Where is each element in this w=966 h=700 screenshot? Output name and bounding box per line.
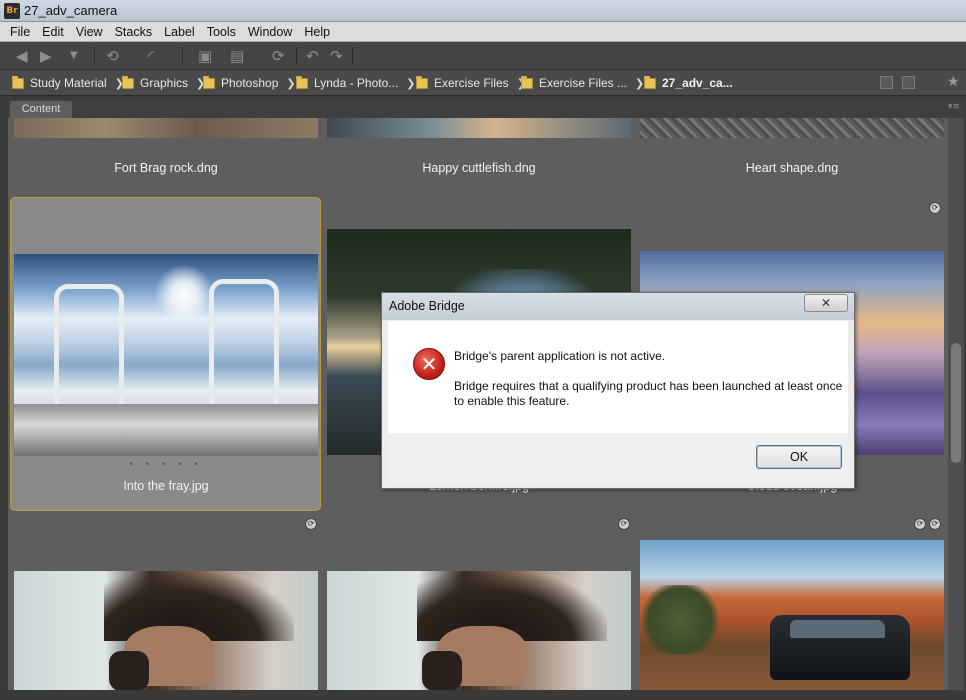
redo-icon[interactable]: ↷ [330, 47, 343, 65]
toolbar: ◀ ▶ ▼ ⟲ ◜ ▣ ▤ ⟳ ↶ ↷ [0, 42, 966, 70]
menu-stacks[interactable]: Stacks [109, 25, 159, 39]
menu-bar: File Edit View Stacks Label Tools Window… [0, 22, 966, 42]
refine-icon[interactable]: ◜ [148, 47, 154, 65]
bottom-bar [0, 690, 966, 700]
breadcrumb-study-material[interactable]: Study Material ❯ [12, 75, 124, 91]
favorite-star-icon[interactable]: ★ [947, 74, 960, 90]
menu-help[interactable]: Help [298, 25, 336, 39]
thumbnail-quality-icon[interactable] [880, 76, 893, 89]
toolbar-divider [352, 47, 353, 65]
breadcrumb-exercise-files[interactable]: Exercise Files ❯ [416, 75, 526, 91]
dialog-body: ✕ Bridge's parent application is not act… [388, 321, 848, 433]
close-button[interactable]: ✕ [804, 294, 848, 312]
thumbnail-label: Into the fray.jpg [123, 479, 209, 493]
breadcrumb-label: Exercise Files [434, 76, 509, 90]
stack-rotate-icon[interactable]: ⟳ [929, 518, 941, 530]
breadcrumb-label: Lynda - Photo... [314, 76, 399, 90]
bush [640, 585, 720, 655]
folder-icon [122, 75, 134, 89]
toolbar-divider [182, 47, 183, 65]
breadcrumb-exercise-files-sub[interactable]: Exercise Files ... ❯ [521, 75, 644, 91]
breadcrumb-label: Graphics [140, 76, 189, 90]
menu-edit[interactable]: Edit [36, 25, 70, 39]
crop-icon[interactable]: ⟳ [914, 518, 926, 530]
chevron-right-icon[interactable]: ❯ [635, 77, 644, 90]
folder-icon [644, 75, 656, 89]
boat-deck [14, 404, 318, 456]
forward-arrow-icon[interactable]: ▶ [40, 47, 52, 65]
menu-window[interactable]: Window [242, 25, 298, 39]
dropdown-icon[interactable]: ▼ [70, 47, 78, 65]
breadcrumb-graphics[interactable]: Graphics ❯ [122, 75, 205, 91]
breadcrumb-label: 27_adv_ca... [662, 76, 733, 90]
stack-rotate-icon[interactable]: ⟳ [929, 202, 941, 214]
toolbar-divider [94, 47, 95, 65]
boat-ladder [209, 279, 279, 414]
jeep-window [790, 620, 885, 638]
undo-icon[interactable]: ↶ [306, 47, 319, 65]
scrollbar-thumb[interactable] [951, 343, 961, 463]
rating-stars[interactable]: • • • • • [10, 460, 321, 470]
thumbnail-label: Heart shape.dng [745, 161, 839, 175]
thumbnail-happy-cuttlefish[interactable] [327, 118, 631, 138]
breadcrumb-lynda[interactable]: Lynda - Photo... ❯ [296, 75, 416, 91]
beard [422, 651, 462, 690]
stack-rotate-icon[interactable]: ⟳ [305, 518, 317, 530]
path-bar: Study Material ❯ Graphics ❯ Photoshop ❯ … [0, 70, 966, 96]
chevron-right-icon[interactable]: ❯ [286, 77, 295, 90]
dialog-titlebar[interactable]: Adobe Bridge ✕ [382, 293, 854, 320]
breadcrumb-photoshop[interactable]: Photoshop ❯ [203, 75, 296, 91]
rotate-icon[interactable]: ⟳ [272, 47, 285, 65]
thumbnail-label: Fort Brag rock.dng [114, 161, 218, 175]
dialog-message-title: Bridge's parent application is not activ… [454, 349, 666, 363]
menu-file[interactable]: File [4, 25, 36, 39]
camera-icon[interactable]: ▣ [198, 47, 212, 65]
bridge-app-icon: Br [4, 3, 20, 19]
dialog-title: Adobe Bridge [389, 299, 465, 313]
stack-rotate-icon[interactable]: ⟳ [618, 518, 630, 530]
boat-ladder [54, 284, 124, 414]
breadcrumb-label: Exercise Files ... [539, 76, 628, 90]
thumbnail-portrait-1[interactable] [14, 571, 318, 690]
tab-content[interactable]: Content [10, 101, 72, 118]
menu-label[interactable]: Label [158, 25, 201, 39]
open-recent-icon[interactable]: ▤ [230, 47, 244, 65]
vertical-scrollbar[interactable] [948, 118, 964, 690]
folder-icon [521, 75, 533, 89]
ok-button[interactable]: OK [756, 445, 842, 469]
breadcrumb-current-folder[interactable]: 27_adv_ca... [644, 75, 733, 91]
breadcrumb-label: Photoshop [221, 76, 279, 90]
window-title: 27_adv_camera [24, 3, 118, 18]
panel-menu-icon[interactable]: ▾≡ [948, 102, 960, 112]
folder-icon [12, 75, 24, 89]
title-bar: Br 27_adv_camera [0, 0, 966, 22]
thumbnail-fort-brag-rock[interactable] [14, 118, 318, 138]
sun-flare [154, 264, 214, 324]
menu-tools[interactable]: Tools [201, 25, 242, 39]
back-arrow-icon[interactable]: ◀ [16, 47, 28, 65]
boomerang-icon[interactable]: ⟲ [106, 47, 119, 65]
error-dialog: Adobe Bridge ✕ ✕ Bridge's parent applica… [381, 292, 855, 489]
beard [109, 651, 149, 690]
folder-icon [416, 75, 428, 89]
folder-icon [203, 75, 215, 89]
dialog-footer: OK [388, 433, 848, 483]
chevron-right-icon[interactable]: ❯ [406, 77, 415, 90]
breadcrumb-label: Study Material [30, 76, 107, 90]
view-options-icon[interactable] [902, 76, 915, 89]
folder-icon [296, 75, 308, 89]
menu-view[interactable]: View [70, 25, 109, 39]
thumbnail-portrait-2[interactable] [327, 571, 631, 690]
dialog-message-body: Bridge requires that a qualifying produc… [454, 379, 843, 408]
thumbnail-heart-shape[interactable] [640, 118, 944, 138]
thumbnail-into-the-fray[interactable] [14, 254, 318, 456]
error-icon: ✕ [413, 348, 445, 380]
toolbar-divider [296, 47, 297, 65]
thumbnail-label: Happy cuttlefish.dng [422, 161, 536, 175]
content-panel-tabbar: Content ▾≡ [8, 100, 964, 118]
thumbnail-desert-jeep[interactable] [640, 540, 944, 690]
